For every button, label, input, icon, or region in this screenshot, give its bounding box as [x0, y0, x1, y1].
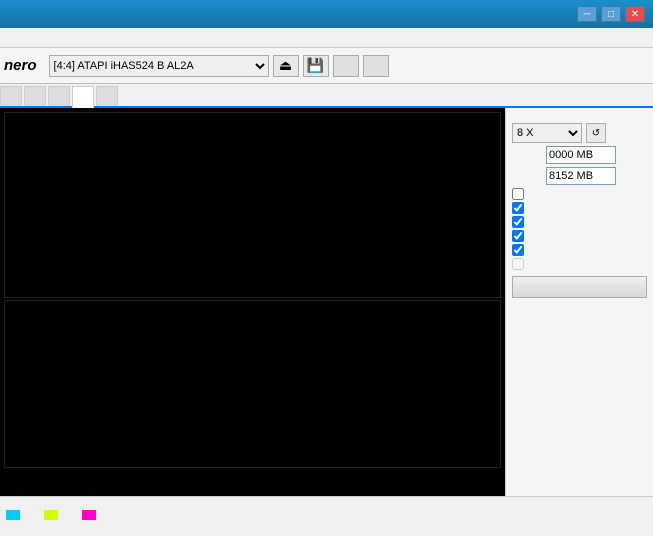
- tab-create-disc[interactable]: [24, 86, 46, 106]
- status-bar: [0, 496, 653, 532]
- pi-failures-color: [44, 510, 58, 520]
- pi-errors-item: [6, 510, 24, 520]
- speed-select[interactable]: 8 X: [512, 123, 582, 143]
- menu-file[interactable]: [4, 36, 16, 40]
- eject-button[interactable]: ⏏: [273, 55, 299, 77]
- quick-scan-row: [512, 188, 647, 200]
- show-c2pif-checkbox[interactable]: [512, 216, 524, 228]
- show-write-speed-row: [512, 258, 647, 270]
- progress-section: [512, 312, 647, 314]
- main-content: 8 X ↺: [0, 108, 653, 496]
- show-read-speed-checkbox[interactable]: [512, 244, 524, 256]
- exit-button[interactable]: [363, 55, 389, 77]
- close-button[interactable]: ✕: [625, 6, 645, 22]
- jitter-legend: [82, 510, 100, 520]
- menu-help[interactable]: [64, 36, 76, 40]
- jitter-item: [82, 510, 100, 520]
- tab-scandisc[interactable]: [96, 86, 118, 106]
- tab-benchmark[interactable]: [0, 86, 22, 106]
- logo-nero: nero: [4, 58, 37, 73]
- tab-disc-quality[interactable]: [72, 86, 94, 108]
- advanced-button[interactable]: [512, 276, 647, 298]
- end-input[interactable]: [546, 167, 616, 185]
- app-logo: nero: [4, 58, 37, 73]
- show-jitter-row: [512, 230, 647, 242]
- show-c1pie-checkbox[interactable]: [512, 202, 524, 214]
- titlebar: ─ □ ✕: [0, 0, 653, 28]
- show-c1pie-row: [512, 202, 647, 214]
- menu-extra[interactable]: [44, 36, 56, 40]
- bottom-chart: [4, 300, 501, 468]
- chart-area: [0, 108, 505, 496]
- pi-failures-item: [44, 510, 62, 520]
- show-jitter-checkbox[interactable]: [512, 230, 524, 242]
- start-input[interactable]: [546, 146, 616, 164]
- maximize-button[interactable]: □: [601, 6, 621, 22]
- start-row: [512, 146, 647, 164]
- pi-errors-color: [6, 510, 20, 520]
- quick-scan-checkbox[interactable]: [512, 188, 524, 200]
- pi-failures-legend: [44, 510, 62, 520]
- minimize-button[interactable]: ─: [577, 6, 597, 22]
- jitter-color: [82, 510, 96, 520]
- tab-disc-info[interactable]: [48, 86, 70, 106]
- show-write-speed-checkbox: [512, 258, 524, 270]
- pi-errors-legend: [6, 510, 24, 520]
- end-row: [512, 167, 647, 185]
- menubar: [0, 28, 653, 48]
- menu-runtest[interactable]: [24, 36, 36, 40]
- show-read-speed-row: [512, 244, 647, 256]
- toolbar: nero [4:4] ATAPI iHAS524 B AL2A ⏏ 💾: [0, 48, 653, 84]
- drive-select[interactable]: [4:4] ATAPI iHAS524 B AL2A: [49, 55, 269, 77]
- right-panel: 8 X ↺: [505, 108, 653, 496]
- show-c2pif-row: [512, 216, 647, 228]
- window-controls: ─ □ ✕: [577, 6, 645, 22]
- top-chart: [4, 112, 501, 298]
- settings-reset-button[interactable]: ↺: [586, 123, 606, 143]
- save-button[interactable]: 💾: [303, 55, 329, 77]
- start-button[interactable]: [333, 55, 359, 77]
- speed-row: 8 X ↺: [512, 123, 647, 143]
- tab-bar: [0, 84, 653, 108]
